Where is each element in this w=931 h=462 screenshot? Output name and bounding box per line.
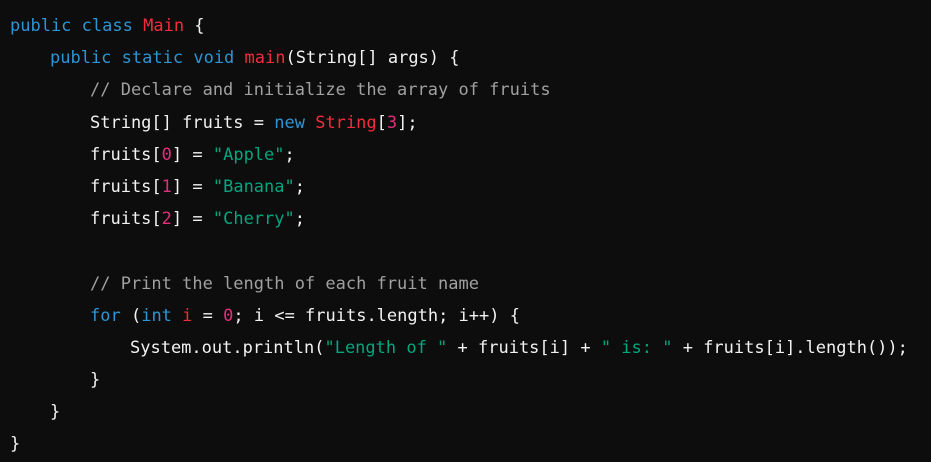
code-token-plain: } [90,370,101,391]
code-token-plain: ; i <= fruits.length; i++) { [233,305,520,326]
code-token-plain: ; [294,176,305,197]
code-line: public class Main { [0,10,931,42]
code-token-plain: (String[] args) { [285,48,460,69]
code-line: } [0,364,931,396]
code-token-plain: ] = [171,209,213,230]
code-token-number: 2 [161,209,172,230]
code-token-plain: + fruits[i].length()); [672,337,908,358]
code-line: fruits[0] = "Apple"; [0,139,931,171]
code-token-classname: main [244,48,286,69]
code-token-plain: ]; [397,112,418,133]
code-line: fruits[2] = "Cherry"; [0,203,931,235]
code-token-plain: } [50,402,61,423]
code-token-keyword: int [141,305,172,326]
code-token-plain: ; [284,144,295,165]
code-token-plain: ( [120,305,142,326]
code-token-keyword: public [50,48,112,69]
code-token-plain: } [10,434,21,455]
code-token-number: 3 [386,112,398,133]
code-token-keyword: new [274,112,305,133]
code-token-string: "Apple" [212,144,285,165]
code-token-plain: ] = [171,144,213,165]
code-line: fruits[1] = "Banana"; [0,171,931,203]
code-token-plain: ; [294,209,305,230]
code-token-keyword: public [10,16,72,36]
code-token-plain: [ [376,112,387,133]
code-token-string: " is: " [600,337,673,358]
code-line: ​ [0,235,931,267]
code-token-plain: fruits[ [90,144,162,165]
code-token-plain: System.out.println( [130,337,325,358]
code-token-comment: // Print the length of each fruit name [90,273,479,294]
code-token-plain: ] = [171,176,213,197]
code-token-plain: + fruits[i] + [447,337,601,358]
code-token-plain: fruits[ [90,209,162,230]
code-token-string: "Banana" [212,176,295,197]
code-token-classname: i [182,305,193,326]
code-line: System.out.println("Length of " + fruits… [0,332,931,364]
code-token-plain: String[] fruits = [90,112,275,133]
code-token-comment: // Declare and initialize the array of f… [90,80,551,101]
code-token-keyword: class [81,16,133,36]
code-token-plain: { [184,16,205,36]
code-line: // Print the length of each fruit name [0,268,931,300]
code-line: } [0,396,931,428]
code-token-number: 1 [161,176,172,197]
code-token-classname: Main [143,16,185,36]
code-line: } [0,428,931,460]
code-token-keyword: void [193,48,235,69]
code-line: // Declare and initialize the array of f… [0,74,931,106]
code-token-keyword: for [90,305,121,326]
code-block: public class Main {public static void ma… [0,0,931,462]
code-line: String[] fruits = new String[3]; [0,107,931,139]
code-line: for (int i = 0; i <= fruits.length; i++)… [0,300,931,332]
code-token-string: "Cherry" [212,209,295,230]
code-token-keyword: static [121,48,184,69]
code-token-classname: String [315,112,377,133]
code-token-number: 0 [161,144,172,165]
code-token-plain: = [192,305,224,326]
code-token-number: 0 [223,305,234,326]
code-token-plain: fruits[ [90,176,162,197]
code-line: public static void main(String[] args) { [0,42,931,74]
code-token-string: "Length of " [324,337,448,358]
